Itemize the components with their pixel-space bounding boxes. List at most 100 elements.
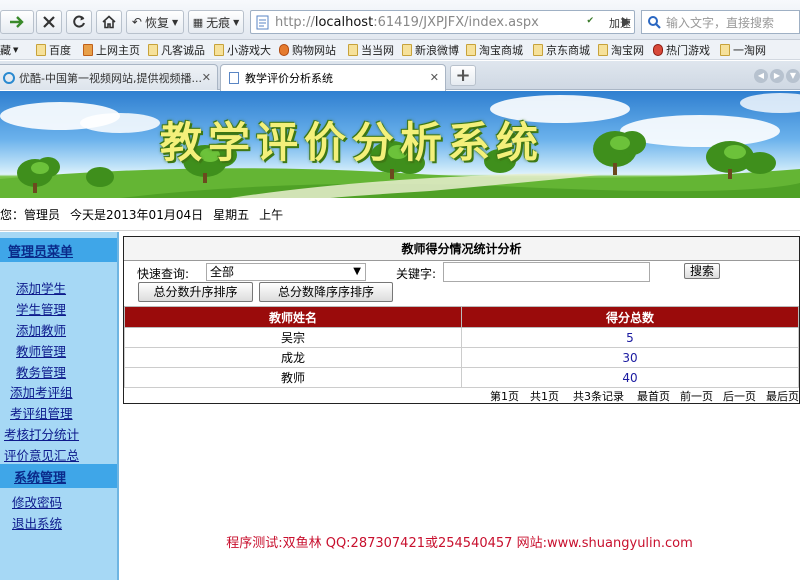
home-icon	[102, 15, 116, 29]
pagination: 第1页 共1页 共3条记录 最首页 前一页 后一页 最后页	[124, 387, 799, 403]
bookmark-icon	[214, 44, 224, 56]
sidebar-item-student-management[interactable]: 学生管理	[16, 299, 66, 318]
tab-label: 优酷-中国第一视频网站,提供视频播...	[19, 71, 202, 85]
bookmark-icon	[402, 44, 412, 56]
home-button[interactable]	[96, 10, 122, 34]
total-score-cell: 30	[461, 347, 799, 368]
bookmark-icon	[533, 44, 543, 56]
forward-button[interactable]	[0, 10, 34, 34]
fav-item[interactable]: 凡客诚品	[148, 42, 205, 58]
url-text: http://localhost:61419/JXPJFX/index.aspx	[275, 14, 539, 30]
quick-query-value: 全部	[210, 265, 235, 279]
bookmark-icon	[720, 44, 730, 56]
quick-query-label: 快速查询:	[137, 267, 190, 281]
previous-page-link[interactable]: 前一页	[680, 388, 713, 404]
table-row: 吴宗 5	[124, 327, 799, 348]
new-tab-button[interactable]: +	[450, 65, 476, 86]
next-page-link[interactable]: 后一页	[723, 388, 756, 404]
fav-item[interactable]: 京东商城	[533, 42, 590, 58]
sidebar: 管理员菜单 添加学生 学生管理 添加教师 教师管理 教务管理 添加考评组 考评组…	[0, 232, 119, 580]
sidebar-item-change-password[interactable]: 修改密码	[12, 492, 62, 511]
browser-toolbar: ↶ 恢复 ▼ ▦ 无痕 ▼ http://localhost:61419/JXP…	[0, 0, 800, 40]
table-row: 教师 40	[124, 367, 799, 388]
bookmark-icon	[148, 44, 158, 56]
close-icon	[43, 16, 55, 28]
go-button[interactable]	[616, 10, 636, 34]
fav-item[interactable]: 淘宝商城	[466, 42, 523, 58]
filter-area: 快速查询: 全部 ▼ 关键字: 搜索 总分数升序排序 总分数降序序排序	[124, 262, 799, 306]
sidebar-item-score-statistics[interactable]: 考核打分统计	[4, 424, 79, 443]
first-page-link[interactable]: 最首页	[637, 388, 670, 404]
sidebar-item-add-review-group[interactable]: 添加考评组	[10, 382, 73, 401]
forward-icon	[10, 16, 24, 28]
url-dropdown-icon[interactable]: ✔	[586, 16, 594, 26]
restore-label: 恢复	[144, 15, 169, 30]
total-records: 共3条记录	[573, 390, 624, 403]
fav-item[interactable]: 热门游戏	[653, 42, 710, 58]
shopping-icon	[279, 44, 289, 56]
search-input[interactable]: 输入文字，直接搜索	[641, 10, 800, 34]
sort-ascending-button[interactable]: 总分数升序排序	[138, 282, 253, 302]
fav-item[interactable]: 购物网站	[279, 42, 336, 58]
column-header-total-score: 得分总数	[461, 306, 799, 328]
fav-item[interactable]: 新浪微博	[402, 42, 459, 58]
tab-scroll-right-icon[interactable]: ▶	[770, 69, 784, 83]
tab-list-icon[interactable]: ▼	[786, 69, 800, 83]
stop-button[interactable]	[36, 10, 62, 34]
tab-youku[interactable]: 优酷-中国第一视频网站,提供视频播... ✕	[0, 64, 218, 90]
fav-item[interactable]: 淘宝网	[598, 42, 644, 58]
close-icon[interactable]: ✕	[430, 71, 439, 84]
favorites-folder[interactable]: 藏 ▼	[0, 42, 18, 58]
teacher-name-cell: 成龙	[124, 347, 462, 368]
tab-evaluation-system[interactable]: 教学评价分析系统 ✕	[220, 64, 446, 91]
refresh-button[interactable]	[66, 10, 92, 34]
fav-item[interactable]: 一淘网	[720, 42, 766, 58]
sidebar-item-review-group-management[interactable]: 考评组管理	[10, 403, 73, 422]
score-table: 教师姓名 得分总数 吴宗 5 成龙 30 教师 40	[124, 306, 799, 388]
site-banner: 教学评价分析系统	[0, 91, 800, 198]
chevron-down-icon: ▼	[13, 46, 19, 54]
last-page-link[interactable]: 最后页	[766, 388, 799, 404]
sidebar-item-logout[interactable]: 退出系统	[12, 513, 62, 532]
total-score-cell: 40	[461, 367, 799, 388]
time-period: 上午	[259, 208, 284, 222]
search-button[interactable]: 搜索	[684, 263, 720, 279]
column-header-teacher-name: 教师姓名	[124, 306, 462, 328]
keyword-input[interactable]	[443, 262, 650, 282]
fav-item[interactable]: 当当网	[348, 42, 394, 58]
close-icon[interactable]: ✕	[202, 71, 211, 84]
fav-item[interactable]: 百度	[36, 42, 71, 58]
hao-icon	[83, 44, 93, 56]
sidebar-item-teacher-management[interactable]: 教师管理	[16, 341, 66, 360]
address-bar[interactable]: http://localhost:61419/JXPJFX/index.aspx…	[250, 10, 635, 34]
sort-descending-button[interactable]: 总分数降序序排序	[259, 282, 393, 302]
sidebar-system-menu-header[interactable]: 系统管理	[0, 464, 117, 488]
quick-query-select[interactable]: 全部 ▼	[206, 263, 366, 281]
page-icon	[256, 15, 269, 30]
sidebar-item-add-student[interactable]: 添加学生	[16, 278, 66, 297]
keyword-label: 关键字:	[396, 267, 437, 281]
fav-item[interactable]: 小游戏大	[214, 42, 271, 58]
sidebar-item-feedback-summary[interactable]: 评价意见汇总	[4, 445, 79, 464]
table-row: 成龙 30	[124, 347, 799, 368]
restore-button[interactable]: ↶ 恢复 ▼	[126, 10, 184, 34]
teacher-score-panel: 教师得分情况统计分析 快速查询: 全部 ▼ 关键字: 搜索 总分数升序排序 总分…	[123, 236, 800, 404]
no-trace-button[interactable]: ▦ 无痕 ▼	[188, 10, 244, 34]
current-date: 今天是2013年01月04日	[70, 208, 204, 222]
mask-icon: ▦	[192, 15, 204, 29]
no-trace-label: 无痕	[206, 15, 231, 30]
tab-strip: 优酷-中国第一视频网站,提供视频播... ✕ 教学评价分析系统 ✕ + ◀ ▶ …	[0, 61, 800, 91]
refresh-icon	[73, 15, 85, 28]
game-icon	[653, 44, 663, 56]
tab-scroll-left-icon[interactable]: ◀	[754, 69, 768, 83]
bookmark-icon	[598, 44, 608, 56]
footer-credits: 程序测试:双鱼林 QQ:287307421或254540457 网站:www.s…	[226, 536, 693, 551]
chevron-down-icon: ▼	[171, 17, 179, 27]
sidebar-item-academic-management[interactable]: 教务管理	[16, 362, 66, 381]
sidebar-item-add-teacher[interactable]: 添加教师	[16, 320, 66, 339]
tab-label: 教学评价分析系统	[245, 72, 333, 85]
undo-icon: ↶	[131, 15, 142, 29]
sidebar-admin-menu-header[interactable]: 管理员菜单	[0, 238, 117, 262]
fav-item[interactable]: 上网主页	[83, 42, 140, 58]
bookmark-icon	[36, 44, 46, 56]
